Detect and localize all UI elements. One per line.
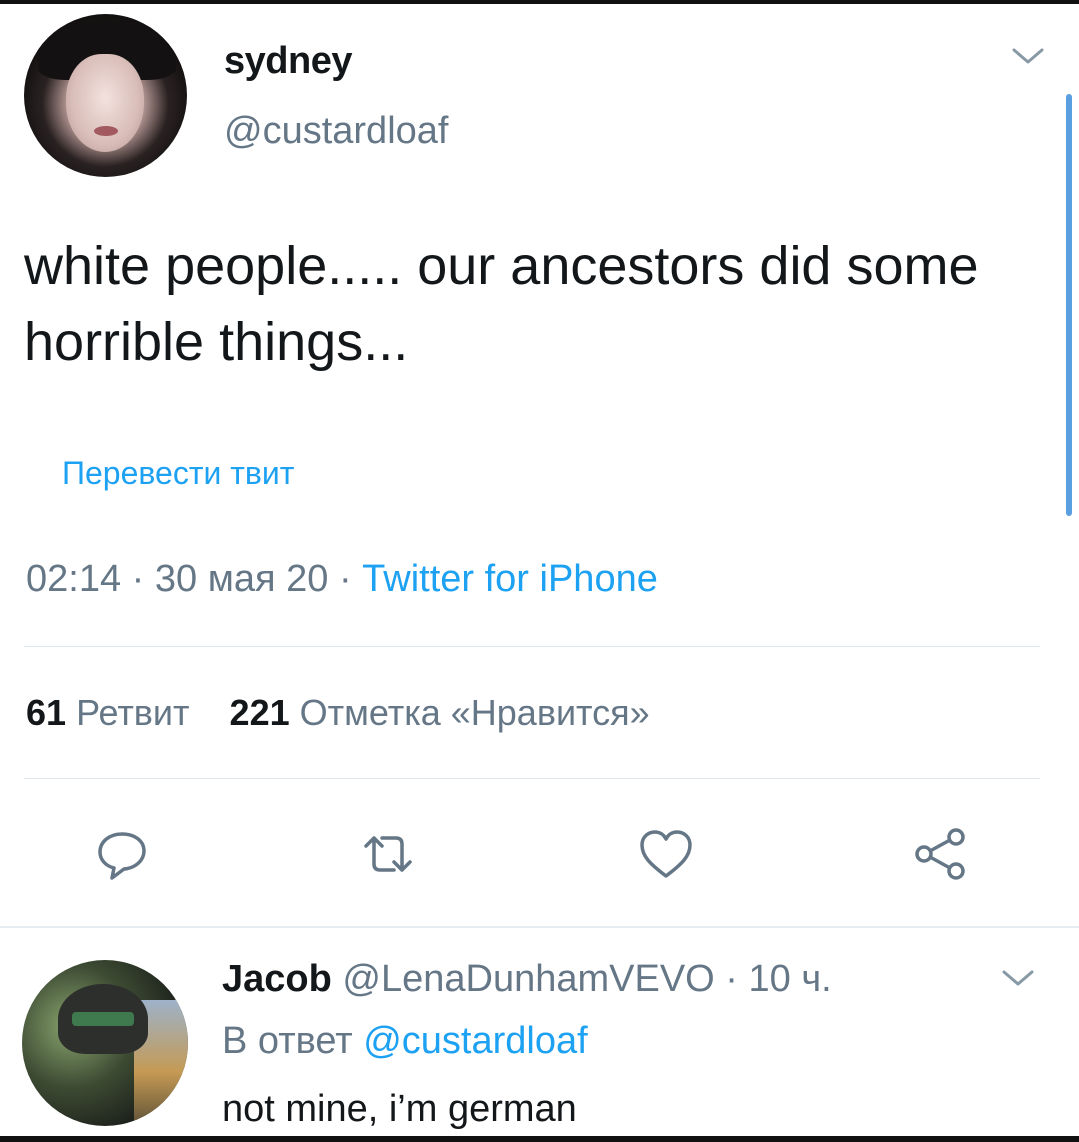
bottom-border <box>0 1136 1079 1142</box>
divider <box>24 778 1040 779</box>
scrollbar[interactable] <box>1066 94 1072 516</box>
tweet-source-link[interactable]: Twitter for iPhone <box>362 558 658 600</box>
share-button[interactable] <box>910 824 970 884</box>
author-handle[interactable]: @custardloaf <box>224 110 448 153</box>
chevron-down-icon[interactable] <box>1000 966 1036 995</box>
like-stat[interactable]: 221 Отметка «Нравится» <box>230 692 650 733</box>
reply-text: not mine, i’m german <box>222 1088 577 1130</box>
share-icon <box>915 828 965 880</box>
reply-author-handle[interactable]: @LenaDunhamVEVO <box>342 958 714 1000</box>
like-button[interactable] <box>636 824 696 884</box>
reply-author-avatar[interactable] <box>22 960 188 1126</box>
retweet-icon <box>364 836 412 872</box>
translate-tweet-link[interactable]: Перевести твит <box>62 455 294 492</box>
meta-separator: · <box>725 958 738 1000</box>
reply-button[interactable] <box>92 824 152 884</box>
chevron-down-icon[interactable] <box>1010 44 1046 73</box>
top-border <box>0 0 1079 4</box>
reply-time: 10 ч. <box>748 958 832 1000</box>
tweet-time: 02:14 <box>26 558 122 600</box>
retweet-label: Ретвит <box>76 692 190 733</box>
tweet-text: white people..... our ancestors did some… <box>24 236 979 372</box>
tweet-meta: 02:14 · 30 мая 20 · Twitter for iPhone <box>26 558 658 601</box>
retweet-button[interactable] <box>358 824 418 884</box>
reply-prefix: В ответ <box>222 1020 353 1062</box>
avatar-visor <box>72 1012 134 1026</box>
tweet-stats: 61 Ретвит 221 Отметка «Нравится» <box>26 692 650 734</box>
meta-separator: · <box>131 558 145 600</box>
tweet-separator <box>0 926 1079 928</box>
reply-author-name[interactable]: Jacob <box>222 958 332 1000</box>
reply-header: Jacob @LenaDunhamVEVO · 10 ч. <box>222 958 832 1001</box>
author-name[interactable]: sydney <box>224 40 352 83</box>
avatar-lips <box>94 126 118 136</box>
avatar-face <box>66 54 144 152</box>
like-label: Отметка «Нравится» <box>299 692 650 733</box>
like-count: 221 <box>229 692 290 733</box>
retweet-count: 61 <box>26 692 67 733</box>
meta-separator: · <box>338 558 352 600</box>
reply-to-line: В ответ @custardloaf <box>222 1020 588 1063</box>
retweet-stat[interactable]: 61 Ретвит <box>26 692 190 733</box>
divider <box>24 646 1040 647</box>
tweet-date: 30 мая 20 <box>154 558 329 600</box>
author-avatar[interactable] <box>24 14 187 177</box>
reply-to-mention[interactable]: @custardloaf <box>363 1020 587 1062</box>
like-icon <box>640 830 692 878</box>
reply-icon <box>98 832 146 880</box>
